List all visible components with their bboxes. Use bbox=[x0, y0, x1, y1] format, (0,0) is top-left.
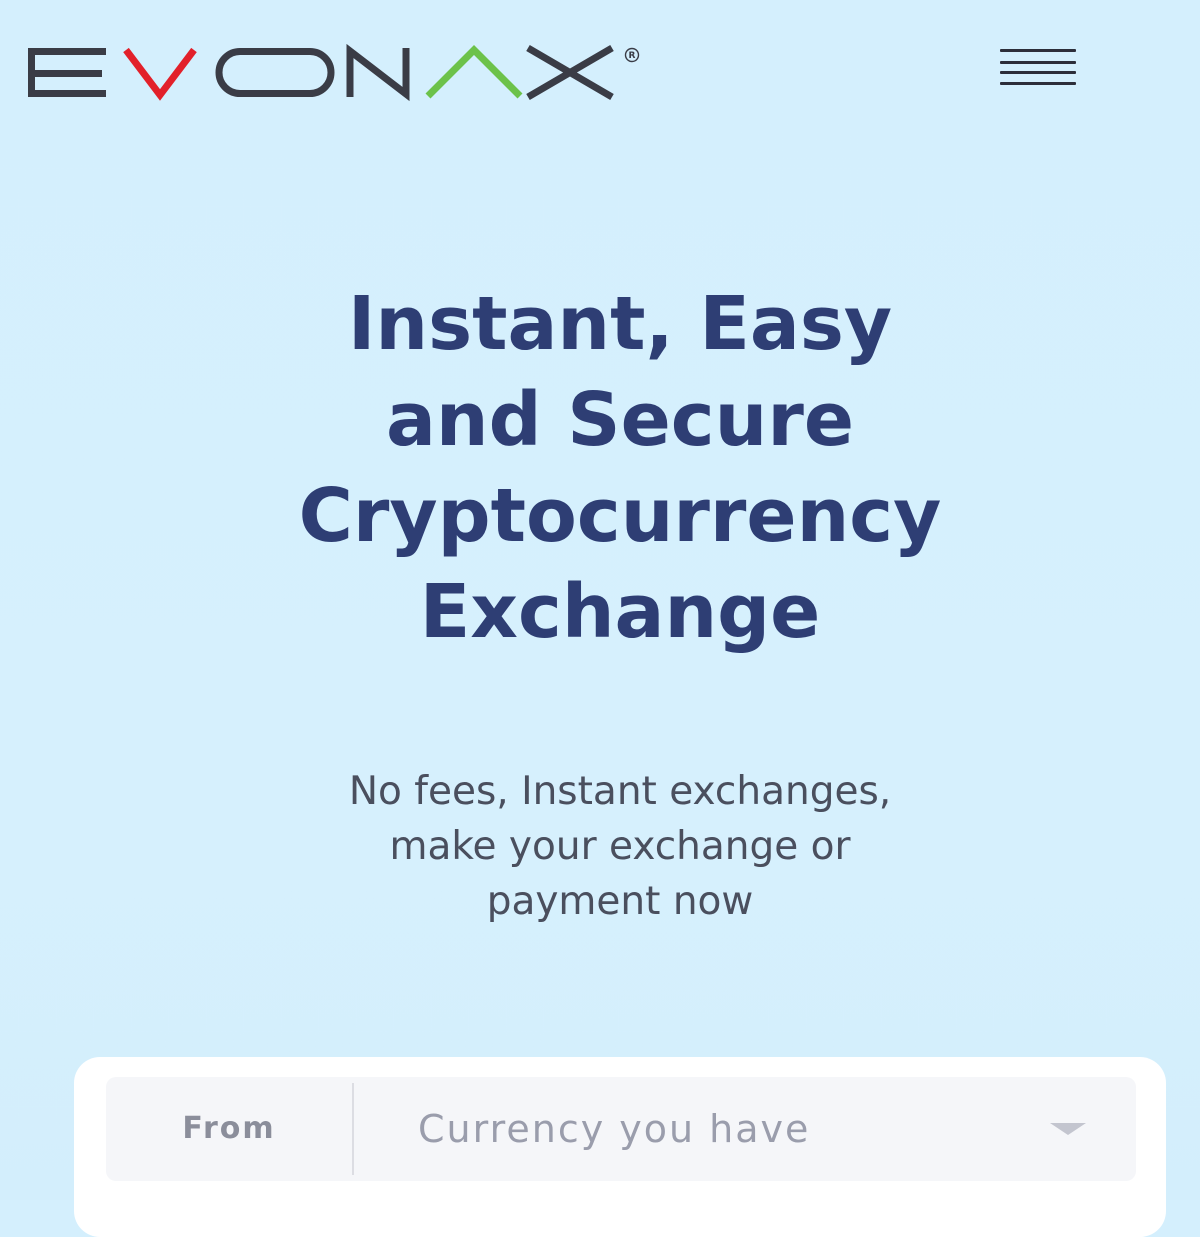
hero-title-line: Cryptocurrency bbox=[298, 473, 942, 559]
menu-line-top bbox=[1000, 49, 1076, 52]
logo-letter-e bbox=[28, 48, 106, 97]
registered-trademark-icon: R bbox=[624, 47, 640, 63]
evonax-logo[interactable]: R bbox=[28, 44, 648, 104]
from-divider bbox=[352, 1083, 354, 1175]
logo-letter-a bbox=[425, 45, 523, 99]
logo-letter-x bbox=[526, 44, 614, 101]
chevron-down-icon[interactable] bbox=[1050, 1123, 1086, 1135]
menu-line-middle bbox=[1000, 61, 1076, 64]
hamburger-menu-icon[interactable] bbox=[996, 44, 1082, 94]
hero-subtitle-line: No fees, Instant exchanges, bbox=[348, 769, 892, 814]
logo-letter-v bbox=[123, 47, 197, 101]
hero-title: Instant, Easy and Secure Cryptocurrency … bbox=[100, 276, 1140, 660]
logo-letter-n bbox=[346, 44, 410, 102]
hero-title-line: and Secure bbox=[385, 377, 855, 463]
hero-subtitle: No fees, Instant exchanges, make your ex… bbox=[140, 764, 1100, 929]
hero-title-line: Exchange bbox=[419, 569, 821, 655]
hero-title-line: Instant, Easy bbox=[347, 281, 893, 367]
currency-placeholder: Currency you have bbox=[418, 1107, 811, 1151]
exchange-form-card: From Currency you have bbox=[74, 1057, 1166, 1237]
from-currency-select[interactable]: Currency you have bbox=[356, 1077, 1136, 1181]
from-currency-row: From Currency you have bbox=[106, 1077, 1136, 1181]
hero-subtitle-line: make your exchange or bbox=[389, 824, 851, 869]
evonax-logo-graphic: R bbox=[28, 44, 640, 102]
svg-text:R: R bbox=[629, 51, 636, 61]
from-label: From bbox=[182, 1111, 276, 1146]
site-header: R bbox=[0, 0, 1200, 140]
hero-subtitle-line: payment now bbox=[486, 879, 754, 924]
menu-line-bottom bbox=[1000, 82, 1076, 85]
menu-line-lower bbox=[1000, 71, 1076, 74]
logo-letter-o bbox=[215, 48, 335, 97]
